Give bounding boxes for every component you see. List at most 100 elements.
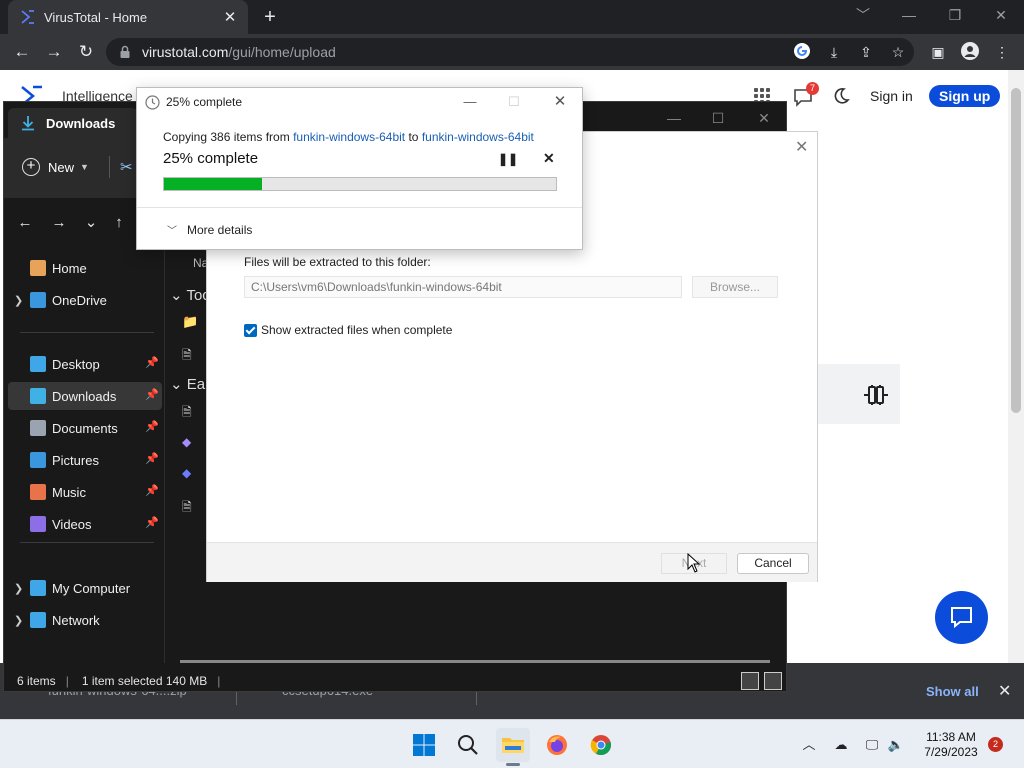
cancel-button[interactable]: Cancel <box>737 553 809 574</box>
progress-minimize-button[interactable]: — <box>455 91 485 113</box>
details-view-icon[interactable] <box>741 672 759 690</box>
sidebar-item-documents[interactable]: Documents 📌 <box>4 414 164 442</box>
cut-icon[interactable]: ✂ <box>120 158 133 176</box>
sidebar-divider <box>20 542 154 543</box>
page-scrollbar-thumb[interactable] <box>1011 88 1021 413</box>
stop-icon[interactable]: ✕ <box>543 150 555 167</box>
recent-locations-chevron-icon[interactable]: ⌄ <box>80 212 102 234</box>
active-app-indicator <box>506 763 520 766</box>
sidebar-item-desktop[interactable]: Desktop 📌 <box>4 350 164 378</box>
close-tab-icon[interactable]: ✕ <box>218 8 242 26</box>
pin-icon: 📌 <box>145 517 159 529</box>
reload-icon[interactable]: ↻ <box>73 39 99 65</box>
sidebar-item-label: Downloads <box>52 388 117 404</box>
horizontal-scrollbar[interactable] <box>180 660 770 663</box>
window-close-button[interactable]: ✕ <box>978 0 1024 32</box>
chat-button[interactable] <box>935 591 988 644</box>
sidebar-item-videos[interactable]: Videos 📌 <box>4 510 164 538</box>
destination-path-input[interactable]: C:\Users\vm6\Downloads\funkin-windows-64… <box>244 276 682 298</box>
sign-up-button[interactable]: Sign up <box>929 85 1001 107</box>
progress-status: 25% complete <box>163 150 259 167</box>
group-earlier-header[interactable]: ⌄ Ear <box>170 375 210 393</box>
window-restore-button[interactable]: ❐ <box>932 0 978 32</box>
sidebar-item-label: Pictures <box>52 452 99 468</box>
share-icon[interactable]: ⇪ <box>856 42 876 62</box>
show-hidden-icons-chevron-icon[interactable]: ︿ <box>800 736 818 754</box>
group-today-header[interactable]: ⌄ Toc <box>170 286 210 304</box>
install-app-icon[interactable]: ⤓ <box>824 42 844 62</box>
sidebar-item-network[interactable]: ❯ Network <box>4 606 164 634</box>
progress-close-button[interactable]: ✕ <box>545 91 575 113</box>
url-path: /gui/home/upload <box>228 44 336 60</box>
start-button[interactable] <box>407 728 441 762</box>
sidepanel-icon[interactable]: ▣ <box>928 42 948 62</box>
show-files-checkbox[interactable] <box>244 323 257 337</box>
sidebar-item-home[interactable]: Home <box>4 254 164 282</box>
destination-folder-link[interactable]: funkin-windows-64bit <box>422 130 534 144</box>
network-disconnected-icon[interactable]: ☁ <box>832 736 850 754</box>
copy-to-word: to <box>405 130 422 144</box>
chevron-right-icon[interactable]: ❯ <box>14 294 30 307</box>
network-icon <box>30 612 46 628</box>
taskbar-chrome[interactable] <box>584 728 618 762</box>
source-folder-link[interactable]: funkin-windows-64bit <box>293 130 405 144</box>
tiles-view-icon[interactable] <box>764 672 782 690</box>
sidebar-item-downloads[interactable]: Downloads 📌 <box>8 382 162 410</box>
display-icon[interactable]: 🖵 <box>863 736 881 754</box>
clock-icon <box>145 94 160 110</box>
chevron-right-icon[interactable]: ❯ <box>14 614 30 627</box>
tab-search-icon[interactable]: ﹀ <box>840 0 886 32</box>
forward-arrow-icon[interactable]: → <box>48 212 70 234</box>
status-divider: | <box>217 674 221 688</box>
clock-date: 7/29/2023 <box>924 745 978 759</box>
command-divider <box>109 156 110 178</box>
new-tab-button[interactable]: + <box>258 4 282 30</box>
up-arrow-icon[interactable]: ↑ <box>108 212 130 234</box>
download-icon <box>30 388 46 404</box>
notification-badge: 7 <box>806 82 819 95</box>
taskbar-file-explorer[interactable] <box>496 728 530 762</box>
sidebar-item-my-computer[interactable]: ❯ My Computer <box>4 574 164 602</box>
system-clock[interactable]: 11:38 AM 7/29/2023 <box>920 730 982 760</box>
api-icon[interactable] <box>862 383 890 407</box>
profile-icon[interactable] <box>960 42 980 62</box>
explorer-maximize-button[interactable]: ☐ <box>698 106 738 130</box>
sidebar-item-music[interactable]: Music 📌 <box>4 478 164 506</box>
chevron-right-icon[interactable]: ❯ <box>14 582 30 595</box>
sidebar-item-pictures[interactable]: Pictures 📌 <box>4 446 164 474</box>
dark-mode-icon[interactable] <box>831 86 851 106</box>
back-arrow-icon[interactable]: ← <box>14 212 36 234</box>
file-icon: 🗎 <box>182 348 192 362</box>
progress-maximize-button[interactable]: ☐ <box>499 91 529 113</box>
chrome-icon <box>590 735 611 756</box>
more-details-toggle[interactable]: ﹀ More details <box>167 222 252 238</box>
back-arrow-icon[interactable]: ← <box>9 39 35 65</box>
new-button[interactable]: + New ▼ <box>22 158 89 176</box>
pause-icon[interactable]: ❚❚ <box>498 152 518 166</box>
show-files-option[interactable]: Show extracted files when complete <box>244 323 452 337</box>
close-icon[interactable]: ✕ <box>795 137 808 157</box>
google-icon[interactable] <box>792 42 812 62</box>
bookmark-star-icon[interactable]: ☆ <box>888 42 908 62</box>
explorer-tab-downloads[interactable]: Downloads <box>8 108 138 138</box>
windows-logo-icon <box>413 734 435 756</box>
selection-info: 1 item selected 140 MB <box>81 674 208 688</box>
window-minimize-button[interactable]: — <box>886 0 932 32</box>
progress-divider <box>137 207 582 208</box>
sidebar-item-onedrive[interactable]: ❯ OneDrive <box>4 286 164 314</box>
folder-icon <box>502 738 524 753</box>
sign-in-link[interactable]: Sign in <box>870 88 913 104</box>
explorer-minimize-button[interactable]: — <box>654 106 694 130</box>
explorer-close-button[interactable]: ✕ <box>744 106 784 130</box>
forward-arrow-icon[interactable]: → <box>41 39 67 65</box>
search-button[interactable] <box>451 728 485 762</box>
taskbar-firefox[interactable] <box>540 728 574 762</box>
show-all-downloads-link[interactable]: Show all <box>926 684 979 699</box>
notification-count-badge[interactable]: 2 <box>988 737 1003 752</box>
browser-tab-virustotal[interactable]: VirusTotal - Home ✕ <box>8 0 248 34</box>
volume-icon[interactable]: 🔈 <box>887 736 905 754</box>
virustotal-favicon-icon <box>21 10 34 24</box>
browser-menu-icon[interactable]: ⋮ <box>992 42 1012 62</box>
close-downloads-bar-icon[interactable]: ✕ <box>998 681 1011 701</box>
browse-button[interactable]: Browse... <box>692 276 778 298</box>
